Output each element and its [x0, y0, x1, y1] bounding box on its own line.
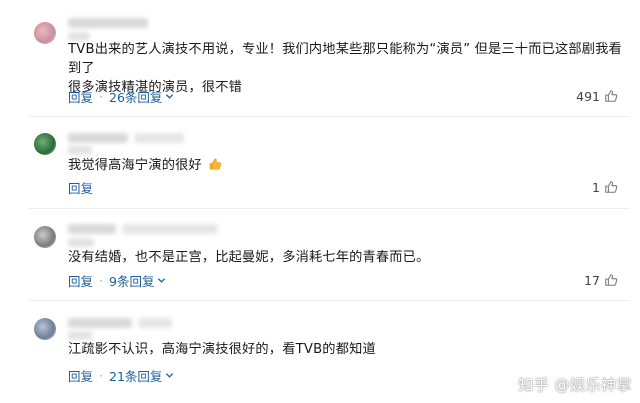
username-blurred[interactable]: [68, 18, 148, 28]
reply-button[interactable]: 回复: [68, 271, 93, 290]
username-blurred: [122, 224, 218, 234]
separator: ·: [99, 88, 103, 104]
divider: [28, 116, 630, 117]
chevron-down-icon: [166, 93, 174, 99]
avatar[interactable]: [34, 133, 56, 155]
like-count: 17: [584, 272, 600, 288]
replies-count-label: 9条回复: [109, 273, 155, 289]
like-control: 17: [584, 271, 618, 289]
like-count: 1: [592, 179, 600, 195]
timestamp-blurred: [68, 238, 94, 247]
comment-actions: 回复 · 21条回复: [68, 366, 174, 384]
thumbs-up-emoji-icon: [210, 158, 222, 170]
username-blurred[interactable]: [68, 133, 128, 143]
thumbs-up-icon[interactable]: [604, 89, 618, 103]
view-replies-button[interactable]: 21条回复: [109, 366, 174, 385]
reply-button[interactable]: 回复: [68, 178, 93, 197]
comment-actions: 回复 · 9条回复: [68, 271, 166, 289]
comment-actions: 回复 · 26条回复: [68, 87, 174, 105]
separator: ·: [99, 367, 103, 383]
like-count: 491: [576, 88, 600, 104]
view-replies-button[interactable]: 26条回复: [109, 87, 174, 106]
chevron-down-icon: [166, 372, 174, 378]
divider: [28, 300, 630, 301]
comment-text-line: 没有结婚，也不是正宫，比起曼妮，多消耗七年的青春而已。: [68, 250, 430, 265]
replies-count-label: 26条回复: [109, 89, 163, 105]
comment-text: 我觉得高海宁演的很好: [68, 156, 628, 175]
username-blurred: [134, 133, 184, 143]
comment-text-line: 我觉得高海宁演的很好: [68, 158, 202, 173]
timestamp-blurred: [68, 331, 92, 340]
view-replies-button[interactable]: 9条回复: [109, 271, 166, 290]
comment-actions: 回复: [68, 178, 93, 196]
thumbs-up-icon[interactable]: [604, 180, 618, 194]
watermark: 知乎 @娱乐神掌: [518, 376, 632, 394]
avatar[interactable]: [34, 22, 56, 44]
thumbs-up-icon[interactable]: [604, 273, 618, 287]
comment-text: 江疏影不认识，高海宁演技很好的，看TVB的都知道: [68, 340, 628, 359]
username-blurred[interactable]: [68, 318, 132, 328]
timestamp-blurred: [68, 146, 92, 155]
comment-text-line: 江疏影不认识，高海宁演技很好的，看TVB的都知道: [68, 342, 376, 357]
like-control: 491: [576, 87, 618, 105]
comment-text: 没有结婚，也不是正宫，比起曼妮，多消耗七年的青春而已。: [68, 248, 628, 267]
username-blurred[interactable]: [68, 224, 116, 234]
like-control: 1: [592, 178, 618, 196]
chevron-down-icon: [158, 277, 166, 283]
avatar[interactable]: [34, 226, 56, 248]
reply-button[interactable]: 回复: [68, 87, 93, 106]
avatar[interactable]: [34, 318, 56, 340]
username-blurred: [138, 318, 172, 328]
replies-count-label: 21条回复: [109, 368, 163, 384]
divider: [28, 208, 630, 209]
comment-text-line: TVB出来的艺人演技不用说，专业！我们内地某些那只能称为“演员” 但是三十而已这…: [68, 42, 622, 76]
separator: ·: [99, 272, 103, 288]
reply-button[interactable]: 回复: [68, 366, 93, 385]
